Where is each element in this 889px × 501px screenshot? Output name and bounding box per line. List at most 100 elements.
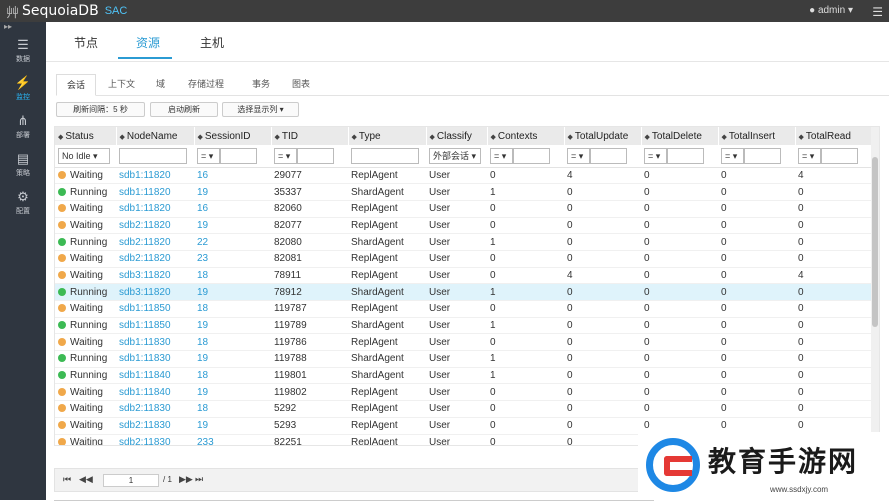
filter-input[interactable]	[220, 147, 257, 164]
subtab-transactions[interactable]: 事务	[242, 74, 280, 96]
node-link[interactable]: sdb1:11850	[119, 320, 171, 331]
scrollbar-thumb[interactable]	[872, 157, 878, 327]
column-header[interactable]: ◆ TotalRead	[795, 127, 874, 145]
page-input[interactable]: 1	[103, 474, 159, 487]
node-link[interactable]: sdb1:11840	[119, 387, 171, 398]
table-row[interactable]: Waiting sdb3:11820 18 78911 ReplAgent User 0 4 0…	[55, 267, 873, 285]
table-row[interactable]: Running sdb1:11840 18 119801 ShardAgent User 1…	[55, 367, 873, 385]
table-row[interactable]: Running sdb3:11820 19 78912 ShardAgent User 1 0…	[55, 283, 873, 301]
operator-select[interactable]: = ▾	[197, 147, 220, 164]
node-link[interactable]: sdb2:11830	[119, 403, 171, 414]
filter-input[interactable]	[667, 147, 704, 164]
sidebar-item-1[interactable]: ⚡ 监控	[0, 70, 46, 108]
session-link[interactable]: 19	[197, 220, 208, 231]
table-row[interactable]: Waiting sdb2:11820 19 82077 ReplAgent User 0 0 0…	[55, 217, 873, 235]
node-link[interactable]: sdb2:11830	[119, 420, 171, 431]
operator-select[interactable]: = ▾	[798, 147, 821, 164]
column-header[interactable]: ◆ TotalUpdate	[564, 127, 642, 145]
tab-hosts[interactable]: 主机	[200, 34, 224, 51]
session-link[interactable]: 19	[197, 187, 208, 198]
node-link[interactable]: sdb1:11850	[119, 303, 171, 314]
subtab-contexts[interactable]: 上下文	[98, 74, 145, 96]
table-row[interactable]: Waiting sdb1:11850 18 119787 ReplAgent User 0 0…	[55, 300, 873, 318]
status-filter-select[interactable]: No Idle ▾	[58, 147, 110, 164]
filter-input[interactable]	[821, 147, 858, 164]
classify-filter-select[interactable]: 外部会话 ▾	[429, 147, 481, 164]
session-link[interactable]: 16	[197, 170, 208, 181]
node-link[interactable]: sdb3:11820	[119, 270, 171, 281]
session-link[interactable]: 19	[197, 320, 208, 331]
column-header[interactable]: ◆ TotalInsert	[718, 127, 796, 145]
session-link[interactable]: 18	[197, 270, 208, 281]
choose-columns-button[interactable]: 选择显示列 ▾	[222, 102, 299, 117]
column-header[interactable]: ◆ TotalDelete	[641, 127, 719, 145]
node-link[interactable]: sdb1:11820	[119, 187, 171, 198]
table-row[interactable]: Running sdb2:11820 22 82080 ShardAgent User 1 0…	[55, 233, 873, 251]
last-page-icon[interactable]: ⏭	[195, 474, 203, 485]
filter-input[interactable]	[590, 147, 627, 164]
sidebar-item-2[interactable]: ⋔ 部署	[0, 108, 46, 146]
table-row[interactable]: Running sdb1:11850 19 119789 ShardAgent User 1…	[55, 317, 873, 335]
subtab-charts[interactable]: 图表	[282, 74, 320, 96]
table-row[interactable]: Waiting sdb1:11830 18 119786 ReplAgent User 0 0…	[55, 333, 873, 352]
table-row[interactable]: Waiting sdb2:11820 23 82081 ReplAgent User 0 0 0…	[55, 250, 873, 268]
sidebar-item-4[interactable]: ⚙ 配置	[0, 184, 46, 222]
refresh-interval-button[interactable]: 刷新间隔：5 秒	[56, 102, 145, 117]
node-link[interactable]: sdb1:11830	[119, 353, 171, 364]
sidebar-item-3[interactable]: ▤ 策略	[0, 146, 46, 184]
start-refresh-button[interactable]: 启动刷新	[150, 102, 218, 117]
table-row[interactable]: Waiting sdb1:11820 16 29077 ReplAgent User 0 4 0…	[55, 167, 873, 185]
column-header[interactable]: ◆ SessionID	[194, 127, 272, 145]
prev-page-icon[interactable]: ◀◀	[79, 474, 93, 485]
session-link[interactable]: 18	[197, 403, 208, 414]
column-header[interactable]: ◆ Contexts	[487, 127, 565, 145]
node-link[interactable]: sdb1:11820	[119, 170, 171, 181]
session-link[interactable]: 18	[197, 303, 208, 314]
filter-input[interactable]	[297, 147, 334, 164]
session-link[interactable]: 19	[197, 353, 208, 364]
tab-resources[interactable]: 资源	[136, 34, 160, 51]
node-link[interactable]: sdb1:11840	[119, 370, 171, 381]
table-row[interactable]: Running sdb1:11830 19 119788 ShardAgent User 1…	[55, 350, 873, 368]
table-row[interactable]: Running sdb1:11820 19 35337 ShardAgent User 1 0…	[55, 183, 873, 201]
node-link[interactable]: sdb2:11820	[119, 220, 171, 231]
node-link[interactable]: sdb2:11820	[119, 253, 171, 264]
session-link[interactable]: 18	[197, 337, 208, 348]
session-link[interactable]: 19	[197, 387, 208, 398]
next-page-icon[interactable]: ▶▶	[179, 474, 193, 485]
tab-nodes[interactable]: 节点	[74, 34, 98, 51]
session-link[interactable]: 19	[197, 287, 208, 298]
filter-input[interactable]	[351, 147, 419, 164]
session-link[interactable]: 18	[197, 370, 208, 381]
session-link[interactable]: 233	[197, 437, 214, 445]
operator-select[interactable]: = ▾	[490, 147, 513, 164]
session-link[interactable]: 22	[197, 237, 208, 248]
node-link[interactable]: sdb3:11820	[119, 287, 171, 298]
vertical-scrollbar[interactable]	[871, 127, 879, 445]
filter-input[interactable]	[744, 147, 781, 164]
session-link[interactable]: 23	[197, 253, 208, 264]
filter-input[interactable]	[513, 147, 550, 164]
app-logo[interactable]: ⾋ SequoiaDB SAC	[6, 2, 127, 20]
column-header[interactable]: ◆ Type	[348, 127, 427, 145]
node-link[interactable]: sdb1:11820	[119, 203, 171, 214]
operator-select[interactable]: = ▾	[567, 147, 590, 164]
column-header[interactable]: ◆ Classify	[426, 127, 488, 145]
filter-input[interactable]	[119, 147, 187, 164]
operator-select[interactable]: = ▾	[644, 147, 667, 164]
table-row[interactable]: Waiting sdb1:11840 19 119802 ReplAgent User 0 0…	[55, 383, 873, 402]
hamburger-menu-icon[interactable]: ☰	[872, 5, 883, 19]
column-header[interactable]: ◆ NodeName	[116, 127, 195, 145]
operator-select[interactable]: = ▾	[274, 147, 297, 164]
table-row[interactable]: Waiting sdb2:11830 18 5292 ReplAgent User 0 0 0 0…	[55, 400, 873, 418]
node-link[interactable]: sdb1:11830	[119, 337, 171, 348]
table-row[interactable]: Waiting sdb1:11820 16 82060 ReplAgent User 0 0 0…	[55, 200, 873, 218]
column-header[interactable]: ◆ Status	[55, 127, 117, 145]
session-link[interactable]: 16	[197, 203, 208, 214]
node-link[interactable]: sdb2:11830	[119, 437, 171, 445]
operator-select[interactable]: = ▾	[721, 147, 744, 164]
sidebar-item-0[interactable]: ☰ 数据	[0, 32, 46, 70]
node-link[interactable]: sdb2:11820	[119, 237, 171, 248]
user-menu[interactable]: ● admin ▾	[809, 5, 853, 16]
subtab-sessions[interactable]: 会话	[56, 74, 97, 96]
